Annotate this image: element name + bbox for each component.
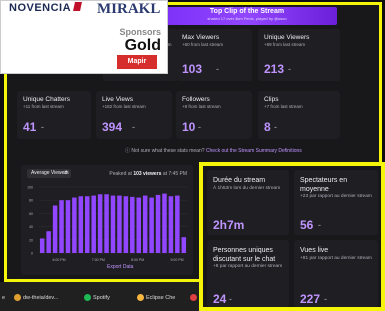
eclipse-che-icon	[137, 294, 144, 302]
chart-bar[interactable]	[123, 196, 129, 253]
card-followers: Followers +8 from last stream 10-	[176, 91, 252, 139]
taskbar: e dw-theia/dev... Spotify Eclipse Che	[0, 282, 200, 311]
peak-info: Peaked at 103 viewers at 7:45 PM	[109, 171, 187, 177]
viewers-bar-chart: 100 80 60 40 20 0 6:00 PM 7:00 PM 8:00 PM 9:00 PM	[27, 186, 187, 262]
y-tick-label: 0	[31, 252, 33, 256]
banner-subtitle: shared 17 over 4km Fenix, played by @sso…	[207, 16, 287, 21]
chart-bar[interactable]	[52, 205, 58, 253]
y-tick-label: 40	[29, 225, 33, 229]
chart-bar[interactable]	[97, 194, 103, 253]
banner-title: Top Clip of the Stream	[209, 8, 285, 15]
mirakl-logo: MIRAKL	[97, 1, 161, 17]
chrome-icon	[190, 294, 197, 302]
chevron-down-icon: ⇵	[63, 170, 68, 176]
card-unique-chatters: Unique Chatters +11 from last stream 41-	[17, 91, 91, 139]
chart-bar[interactable]	[155, 194, 161, 253]
chart-bar[interactable]	[162, 193, 167, 253]
y-tick-label: 60	[29, 212, 33, 216]
sponsor-overlay: NOVENCIA MIRAKL Sponsors Gold Mapir	[0, 0, 168, 74]
chart-bar[interactable]	[142, 195, 148, 253]
chart-bar[interactable]	[91, 195, 96, 253]
help-icon: ⓘ	[125, 148, 131, 154]
taskbar-item-eclipse-che[interactable]: Eclipse Che	[137, 292, 175, 304]
taskbar-item-spotify[interactable]: Spotify	[84, 292, 110, 304]
y-tick-label: 20	[29, 238, 33, 242]
taskbar-item-chrome[interactable]	[190, 292, 199, 304]
taskbar-item-theia[interactable]: dw-theia/dev...	[14, 292, 58, 304]
chart-bar[interactable]	[85, 196, 90, 253]
x-tick-label: 6:00 PM	[52, 258, 65, 262]
chart-bar[interactable]	[175, 195, 180, 253]
x-tick-label: 7:00 PM	[92, 258, 105, 262]
chart-bar[interactable]	[117, 195, 122, 253]
sponsors-label: Sponsors	[119, 27, 161, 37]
chart-bar[interactable]	[130, 196, 135, 253]
y-tick-label: 80	[29, 199, 33, 203]
chart-bar[interactable]	[72, 197, 77, 253]
chart-bar[interactable]	[46, 231, 51, 253]
export-data-link[interactable]: Export Data	[107, 264, 133, 270]
chart-bar[interactable]	[136, 197, 141, 253]
card-average-viewers: Spectateurs en moyenne +23 par rapport a…	[294, 170, 378, 235]
chart-bar[interactable]	[149, 197, 154, 253]
chart-bar[interactable]	[39, 238, 45, 253]
french-stats-panel: Durée du stream À 1h53m lors du dernier …	[199, 162, 385, 311]
taskbar-item[interactable]: e	[2, 292, 5, 304]
viewers-chart-panel: Average Viewers ⇵ Peaked at 103 viewers …	[21, 165, 193, 275]
card-stream-duration: Durée du stream À 1h53m lors du dernier …	[207, 170, 289, 235]
chart-bar[interactable]	[110, 195, 116, 253]
card-live-views: Live Views +182 from last stream 394-	[96, 91, 172, 139]
card-max-viewers: Max Viewers +60 from last stream 103-	[176, 29, 252, 81]
chart-bar[interactable]	[78, 196, 84, 253]
chart-bar[interactable]	[65, 200, 71, 253]
x-tick-label: 9:00 PM	[170, 258, 183, 262]
stats-help: ⓘ Not sure what these stats mean? Check …	[125, 148, 302, 154]
card-clips: Clips +7 from last stream 8-	[258, 91, 340, 139]
chart-bar[interactable]	[59, 200, 64, 253]
sponsor-tier: Gold	[124, 37, 161, 54]
chart-bar[interactable]	[104, 194, 109, 253]
metric-dropdown[interactable]: Average Viewers ⇵	[27, 169, 71, 178]
novencia-logo: NOVENCIA	[9, 2, 83, 14]
top-clip-banner[interactable]: Top Clip of the Stream shared 17 over 4k…	[157, 7, 337, 25]
chart-bar[interactable]	[181, 237, 187, 253]
definitions-link[interactable]: Check out the Stream Summary Definitions	[206, 148, 302, 154]
card-unique-chatters-fr: Personnes uniques discutant sur le chat …	[207, 240, 289, 307]
spotify-icon	[84, 294, 91, 302]
card-live-views-fr: Vues live +81 par rapport au dernier str…	[294, 240, 378, 307]
chrome-icon	[14, 294, 21, 302]
x-tick-label: 8:00 PM	[131, 258, 144, 262]
card-unique-viewers: Unique Viewers +89 from last stream 213-	[258, 29, 340, 81]
mapir-logo: Mapir	[117, 55, 157, 69]
chart-bar[interactable]	[168, 196, 174, 253]
y-tick-label: 100	[27, 186, 33, 190]
